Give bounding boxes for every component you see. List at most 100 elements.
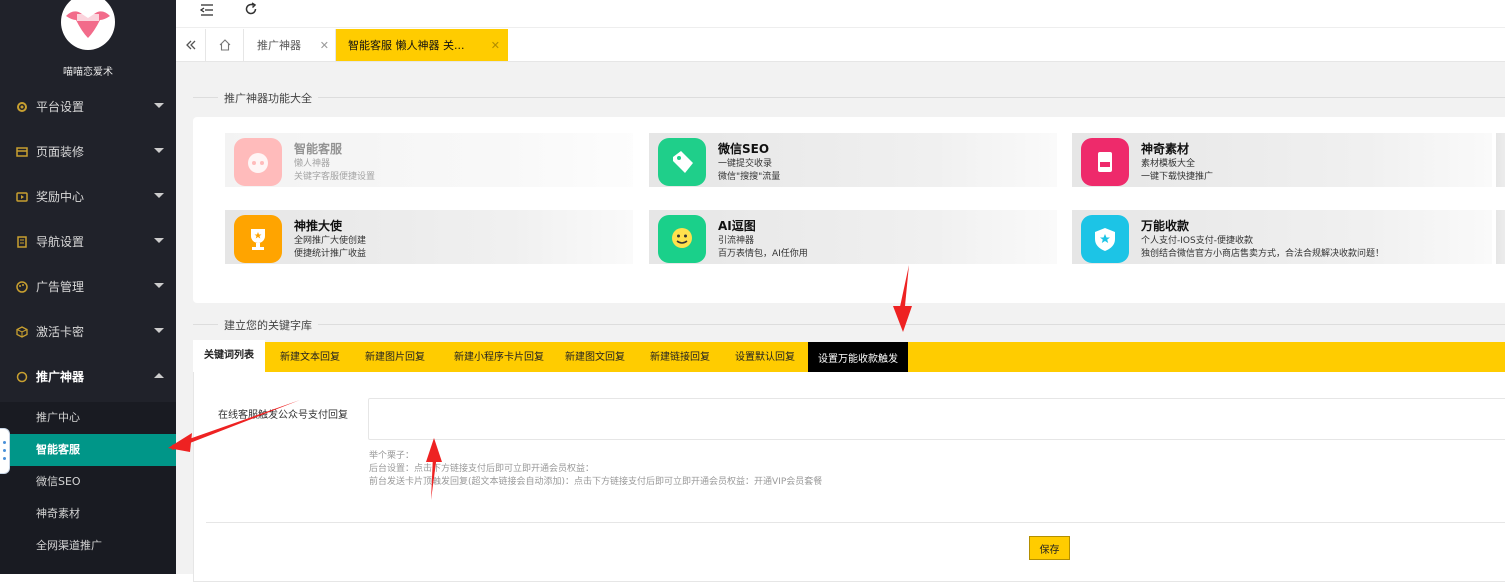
card-title: AI逗图 (718, 219, 756, 233)
submenu-wechat-seo[interactable]: 微信SEO (0, 466, 176, 498)
chevron-down-icon (154, 193, 164, 198)
site-name: 喵喵恋爱术 (63, 67, 113, 78)
chevron-down-icon (154, 238, 164, 243)
card-title: 智能客服 (294, 142, 343, 156)
menu-label: 广告管理 (36, 280, 85, 294)
tab-new-link-reply[interactable]: 新建链接回复 (640, 342, 720, 372)
tab-promotion-tools[interactable]: 推广神器 ✕ (244, 29, 336, 61)
card-partial[interactable] (1496, 133, 1505, 187)
save-button[interactable]: 保存 (1029, 536, 1070, 560)
chevron-down-icon (154, 283, 164, 288)
card-line: 素材模板大全 (1141, 159, 1196, 169)
shield-star-icon (1081, 215, 1129, 263)
card-wechat-seo[interactable]: 微信SEO 一键提交收录 微信"搜搜"流量 (649, 133, 1057, 187)
tab-home[interactable] (206, 29, 244, 61)
gear-icon (16, 101, 28, 113)
menu-platform-settings[interactable]: 平台设置 (0, 84, 176, 129)
emoji-icon (658, 215, 706, 263)
section-title: 建立您的关键字库 (218, 317, 318, 333)
page-tab-bar: 推广神器 ✕ 智能客服 懒人神器 关... ✕ (176, 29, 1505, 62)
chevron-down-icon (154, 328, 164, 333)
menu-label: 奖励中心 (36, 190, 85, 204)
site-logo[interactable] (61, 0, 115, 50)
payment-trigger-form: 在线客服触发公众号支付回复 举个栗子： 后台设置：点击下方链接支付后即可立即开通… (193, 372, 1505, 582)
menu-label: 平台设置 (36, 100, 85, 114)
refresh-icon[interactable] (244, 2, 258, 19)
card-title: 神奇素材 (1141, 142, 1190, 156)
card-line: 全网推广大使创建 (294, 236, 367, 246)
cube-icon (16, 325, 28, 338)
video-icon (16, 191, 28, 203)
card-line: 百万表情包，AI任你用 (718, 249, 808, 259)
menu-label: 页面装修 (36, 145, 85, 159)
card-line: 一键提交收录 (718, 159, 773, 169)
menu-promotion-tools[interactable]: 推广神器 (0, 354, 176, 399)
circle-icon (16, 371, 28, 383)
card-line: 关键字客服便捷设置 (294, 172, 376, 182)
card-line: 便捷统计推广收益 (294, 249, 367, 259)
trophy-icon (234, 215, 282, 263)
card-line: 引流神器 (718, 236, 755, 246)
menu-ad-management[interactable]: 广告管理 (0, 264, 176, 309)
close-icon[interactable]: ✕ (491, 39, 500, 52)
divider (193, 97, 1505, 98)
card-line: 微信"搜搜"流量 (718, 172, 781, 182)
tab-default-reply[interactable]: 设置默认回复 (725, 342, 805, 372)
card-ai-meme[interactable]: AI逗图 引流神器 百万表情包，AI任你用 (649, 210, 1057, 264)
hint-line: 前台发送卡片顶触发回复(超文本链接会自动添加)：点击下方链接支付后即可立即开通会… (369, 477, 823, 487)
menu-activation-cards[interactable]: 激活卡密 (0, 309, 176, 354)
field-label: 在线客服触发公众号支付回复 (218, 410, 348, 421)
payment-reply-textarea[interactable] (368, 398, 1505, 440)
menu-reward-center[interactable]: 奖励中心 (0, 174, 176, 219)
tab-label: 智能客服 懒人神器 关... (348, 39, 465, 52)
tab-new-miniprogram-reply[interactable]: 新建小程序卡片回复 (443, 342, 555, 372)
menu-page-decoration[interactable]: 页面装修 (0, 129, 176, 174)
side-drag-handle[interactable] (0, 428, 10, 474)
tab-payment-trigger[interactable]: 设置万能收款触发 (808, 342, 908, 372)
tabs-scroll-left-button[interactable] (176, 29, 206, 61)
menu-navigation-settings[interactable]: 导航设置 (0, 219, 176, 264)
submenu-promotion-center[interactable]: 推广中心 (0, 402, 176, 434)
red-packet-icon (1081, 138, 1129, 186)
hint-title: 举个栗子： (369, 451, 415, 461)
card-title: 万能收款 (1141, 219, 1190, 233)
divider (206, 522, 1505, 523)
top-bar (176, 0, 1505, 28)
main-content: 推广神器功能大全 智能客服 懒人神器 关键字客服便捷设置 微信SEO 一键提交收… (176, 62, 1505, 582)
card-line: 个人支付-IOS支付-便捷收款 (1141, 236, 1253, 246)
tab-smart-service-active[interactable]: 智能客服 懒人神器 关... ✕ (336, 29, 508, 61)
menu-label: 导航设置 (36, 235, 85, 249)
home-icon (219, 39, 230, 51)
book-icon (16, 235, 28, 248)
card-title: 神推大使 (294, 219, 343, 233)
card-partial[interactable] (1496, 210, 1505, 264)
palette-icon (16, 280, 28, 293)
divider (193, 324, 1505, 325)
chevron-up-icon (154, 373, 164, 378)
menu-label: 激活卡密 (36, 325, 85, 339)
submenu-channel-promotion[interactable]: 全网渠道推广 (0, 530, 176, 562)
chevron-down-icon (154, 103, 164, 108)
tab-new-text-reply[interactable]: 新建文本回复 (270, 342, 350, 372)
menu-collapse-icon[interactable] (199, 3, 214, 20)
card-universal-payment[interactable]: 万能收款 个人支付-IOS支付-便捷收款 独创结合微信官方小商店售卖方式，合法合… (1072, 210, 1492, 264)
card-smart-service[interactable]: 智能客服 懒人神器 关键字客服便捷设置 (225, 133, 633, 187)
double-chevron-left-icon (185, 40, 195, 50)
tab-label: 推广神器 (257, 39, 301, 52)
tab-keyword-list[interactable]: 关键词列表 (193, 340, 265, 372)
layout-icon (16, 146, 28, 158)
card-magic-materials[interactable]: 神奇素材 素材模板大全 一键下载快捷推广 (1072, 133, 1492, 187)
card-line: 一键下载快捷推广 (1141, 172, 1214, 182)
submenu-smart-service[interactable]: 智能客服 (0, 434, 176, 466)
close-icon[interactable]: ✕ (320, 39, 329, 52)
menu-label: 推广神器 (36, 370, 85, 384)
submenu-more[interactable] (0, 562, 176, 574)
tab-new-image-reply[interactable]: 新建图片回复 (355, 342, 435, 372)
tab-new-article-reply[interactable]: 新建图文回复 (555, 342, 635, 372)
card-line: 懒人神器 (294, 159, 331, 169)
submenu-magic-materials[interactable]: 神奇素材 (0, 498, 176, 530)
card-promotion-ambassador[interactable]: 神推大使 全网推广大使创建 便捷统计推广收益 (225, 210, 633, 264)
section-title: 推广神器功能大全 (218, 90, 318, 106)
keyword-tab-strip: 关键词列表 新建文本回复 新建图片回复 新建小程序卡片回复 新建图文回复 新建链… (193, 340, 1505, 372)
card-line: 独创结合微信官方小商店售卖方式，合法合规解决收款问题！ (1141, 249, 1385, 259)
